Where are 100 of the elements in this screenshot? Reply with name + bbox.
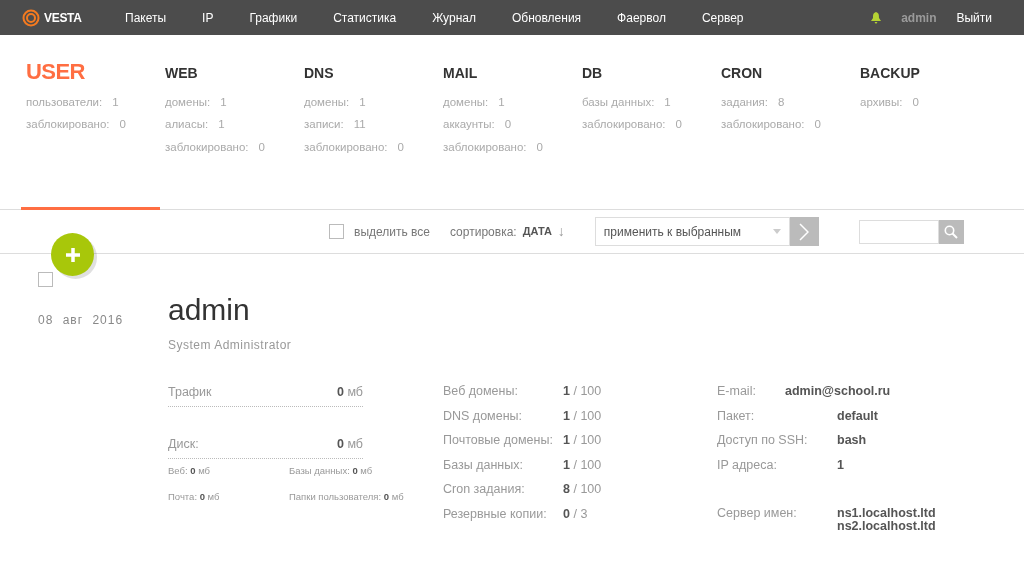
stat-label: домены:	[165, 95, 211, 110]
disk-value: 0 мб	[336, 435, 363, 453]
select-all-label[interactable]: выделить все	[354, 222, 430, 241]
section-title: USER	[26, 59, 86, 86]
limit-label: Cron задания:	[443, 481, 526, 498]
disk-usage-item: Веб: 0 мб	[168, 463, 212, 478]
info-label: E-mail:	[717, 383, 757, 400]
search-icon	[944, 224, 959, 239]
section-tab[interactable]: DNS домены: 1 записи: 11 заблокировано: 0	[299, 35, 438, 210]
record-date: 08 авг 2016	[38, 312, 125, 329]
section-tab[interactable]: BACKUP архивы: 0	[855, 35, 994, 210]
stat-label: аккаунты:	[443, 117, 495, 133]
info-label: Доступ по SSH:	[717, 432, 809, 449]
menu-item[interactable]: Журнал	[414, 8, 494, 27]
stat-label: заблокировано:	[582, 117, 666, 133]
disk-usage-item: Базы данных: 0 мб	[289, 463, 374, 478]
section-title: MAIL	[443, 64, 479, 83]
stat-value: 1	[220, 95, 227, 110]
stat-label: алиасы:	[165, 117, 209, 133]
plus-icon	[64, 246, 81, 263]
section-title: DB	[582, 64, 604, 83]
stat-value: 1	[498, 95, 505, 110]
checkbox[interactable]	[329, 224, 344, 239]
sort-link[interactable]: ДАТА	[522, 223, 552, 240]
limit-value: 1 / 100	[563, 432, 602, 449]
stat-label: заблокировано:	[443, 139, 527, 155]
stat-value: 8	[778, 95, 785, 110]
info-value: 1	[837, 458, 844, 472]
menu-item[interactable]: Пакеты	[107, 8, 185, 27]
add-button[interactable]	[51, 233, 94, 276]
menu-item[interactable]: Сервер	[683, 8, 762, 27]
logo-icon	[22, 8, 40, 27]
stat-value: 0	[119, 117, 126, 133]
stat-label: заблокировано:	[165, 139, 249, 155]
stat-label: базы данных:	[582, 95, 655, 110]
traffic-value: 0 мб	[336, 384, 363, 401]
limit-label: Резервные копии:	[443, 505, 548, 522]
stat-label: пользователи:	[26, 95, 103, 110]
stat-value: 1	[664, 95, 671, 110]
traffic-label: Трафик	[168, 384, 212, 401]
caret-icon	[772, 229, 781, 234]
disk-usage-item: Почта: 0 мб	[168, 489, 221, 504]
disk-usage-item: Папки пользователя: 0 мб	[289, 489, 405, 504]
stat-value: 0	[814, 117, 821, 133]
section-tab[interactable]: WEB домены: 1 алиасы: 1 заблокировано: 0	[160, 35, 299, 210]
limit-label: Почтовые домены:	[443, 432, 554, 449]
sort-label: сортировка:	[450, 223, 517, 241]
stat-label: записи:	[304, 117, 344, 133]
search-field[interactable]	[858, 219, 939, 244]
search-button[interactable]	[938, 219, 964, 244]
limit-value: 8 / 100	[563, 481, 602, 498]
stat-value: 1	[218, 117, 225, 133]
info-value: ns1.localhost.ltd	[837, 507, 936, 520]
stat-value: 11	[353, 117, 366, 133]
info-label: Сервер имен:	[717, 505, 798, 522]
info-value: ns2.localhost.ltd	[837, 520, 936, 533]
stat-label: архивы:	[860, 95, 903, 110]
limit-value: 1 / 100	[563, 407, 602, 424]
stat-label: домены:	[443, 95, 489, 110]
apply-button[interactable]	[789, 217, 819, 246]
menu-item[interactable]: Обновления	[493, 8, 600, 27]
section-title: DNS	[304, 64, 335, 83]
menu-item[interactable]: IP	[184, 8, 232, 27]
checkbox[interactable]	[38, 272, 53, 287]
menu-item[interactable]: Статистика	[315, 8, 415, 27]
stat-value: 0	[397, 139, 404, 155]
limit-value: 0 / 3	[563, 505, 588, 522]
info-label: IP адреса:	[717, 456, 778, 473]
stat-value: 1	[112, 95, 119, 110]
limit-value: 1 / 100	[563, 383, 602, 400]
section-tab[interactable]: DB базы данных: 1 заблокировано: 0	[577, 35, 716, 210]
section-title: WEB	[165, 64, 199, 83]
limit-label: DNS домены:	[443, 407, 524, 424]
stat-value: 0	[258, 139, 265, 155]
stat-label: домены:	[304, 95, 350, 110]
stat-value: 0	[675, 117, 682, 133]
info-value: default	[837, 409, 878, 423]
section-title: CRON	[721, 64, 764, 83]
chevron-icon	[799, 222, 810, 241]
menu-item[interactable]: Графики	[231, 8, 316, 27]
stat-label: заблокировано:	[304, 139, 388, 155]
section-tab[interactable]: MAIL домены: 1 аккаунты: 0 заблокировано: 0	[438, 35, 577, 210]
section-tab[interactable]: CRON задания: 8 заблокировано: 0	[716, 35, 855, 210]
menu-item[interactable]: Фаервол	[599, 8, 684, 27]
limit-value: 1 / 100	[563, 456, 602, 473]
bell-icon[interactable]	[871, 11, 882, 24]
logo-text[interactable]: VESTA	[44, 8, 82, 27]
user-role: System Administrator	[168, 337, 293, 354]
section-title: BACKUP	[860, 64, 921, 83]
info-value: admin@school.ru	[785, 385, 891, 398]
stat-label: задания:	[721, 95, 768, 110]
info-label: Пакет:	[717, 407, 756, 424]
disk-label: Диск:	[168, 435, 199, 453]
stat-label: заблокировано:	[721, 117, 805, 133]
apply-select[interactable]: применить к выбранным	[594, 217, 790, 246]
logout-link[interactable]: Выйти	[956, 8, 992, 27]
limit-label: Веб домены:	[443, 383, 519, 400]
stat-label: заблокировано:	[26, 117, 110, 133]
stat-value: 1	[359, 95, 366, 110]
stat-value: 0	[536, 139, 543, 155]
